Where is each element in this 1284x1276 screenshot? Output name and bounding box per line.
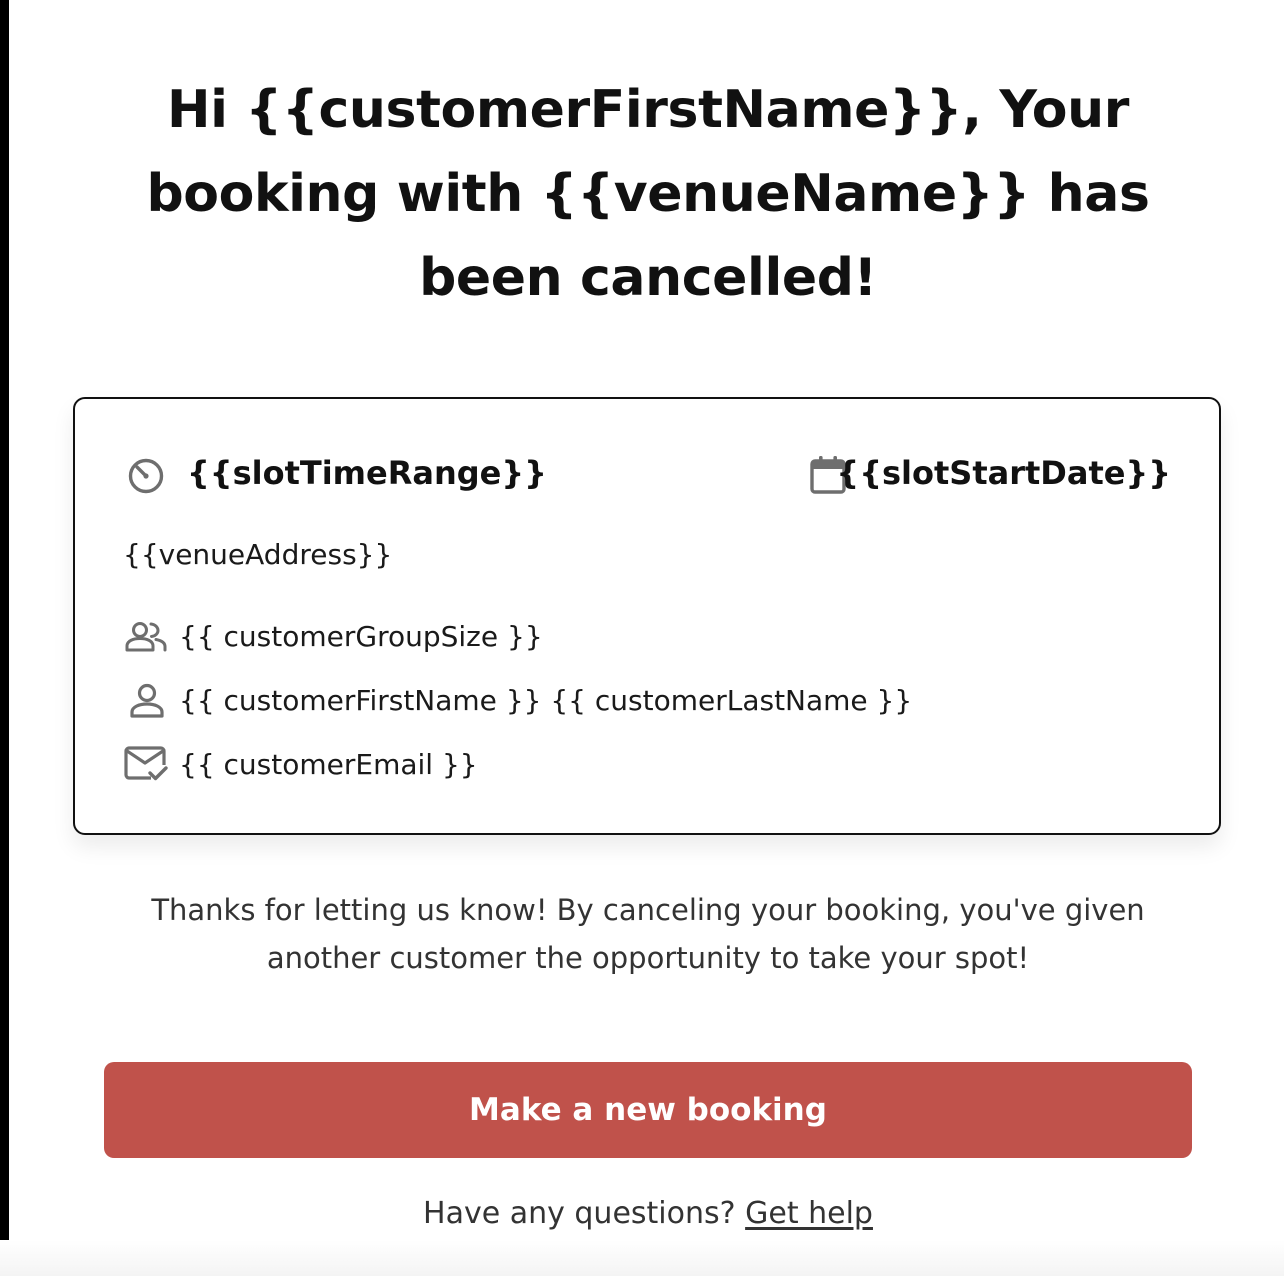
timer-icon: [124, 453, 168, 497]
customer-group-size: {{ customerGroupSize }}: [179, 620, 543, 653]
customer-full-name: {{ customerFirstName }} {{ customerLastN…: [179, 684, 913, 717]
help-line: Have any questions? Get help: [0, 1192, 1284, 1236]
window-left-edge: [0, 0, 9, 1276]
slot-start-date: {{slotStartDate}}: [836, 454, 1171, 492]
venue-address: {{venueAddress}}: [123, 538, 393, 571]
help-prompt: Have any questions?: [423, 1196, 736, 1231]
person-icon: [129, 683, 165, 719]
slot-time-range: {{slotTimeRange}}: [187, 454, 547, 492]
make-new-booking-button[interactable]: Make a new booking: [104, 1062, 1192, 1158]
bottom-fade: [0, 1240, 1284, 1276]
booking-details-card: {{slotTimeRange}} {{slotStartDate}} {{ve…: [73, 397, 1221, 835]
make-new-booking-label: Make a new booking: [469, 1092, 827, 1128]
customer-email: {{ customerEmail }}: [179, 748, 478, 781]
group-icon: [125, 621, 167, 653]
cancellation-message: Thanks for letting us know! By canceling…: [151, 893, 1145, 975]
mail-check-icon: [124, 745, 170, 785]
page-title: Hi {{customerFirstName}}, Your booking w…: [146, 80, 1150, 308]
get-help-link[interactable]: Get help: [745, 1196, 873, 1231]
